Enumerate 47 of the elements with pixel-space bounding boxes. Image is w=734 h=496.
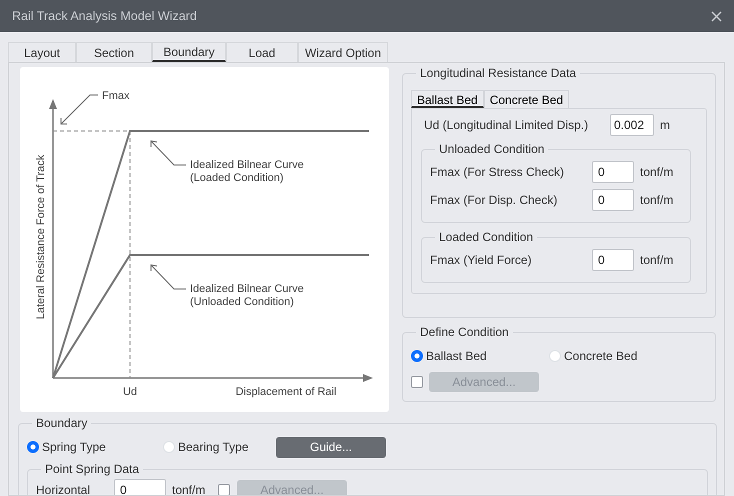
group-title: Unloaded Condition (438, 143, 546, 155)
tab[interactable]: Section (76, 42, 152, 62)
tab[interactable]: Layout (8, 42, 76, 62)
tab[interactable]: Ballast Bed (411, 90, 484, 108)
input-field[interactable]: 0 (592, 189, 634, 211)
leader-line (150, 140, 186, 166)
curve-label: (Unloaded Condition) (190, 296, 294, 308)
group-title: Longitudinal Resistance Data (419, 67, 578, 79)
unit-label: m (660, 117, 670, 134)
radio-label[interactable]: Ballast Bed (426, 347, 487, 365)
curve-label: Idealized Bilnear Curve (190, 283, 304, 295)
curve-label: (Loaded Condition) (190, 172, 284, 184)
radio-button[interactable] (411, 350, 423, 362)
tab[interactable]: Boundary (152, 42, 226, 62)
radio-label[interactable]: Spring Type (42, 438, 106, 456)
radio-label[interactable]: Bearing Type (178, 438, 248, 456)
fmax-label: Fmax (102, 90, 130, 102)
unit-label: tonf/m (172, 482, 206, 495)
group-title: Loaded Condition (438, 231, 534, 243)
field-label: Fmax (Yield Force) (430, 252, 533, 269)
tab[interactable]: Load (226, 42, 298, 62)
leader-line (60, 94, 98, 124)
radio-label[interactable]: Concrete Bed (564, 347, 638, 365)
input-field[interactable]: 0 (592, 161, 634, 183)
window-title: Rail Track Analysis Model Wizard (12, 8, 197, 25)
input-field[interactable]: 0.002 (610, 114, 654, 136)
group-title: Boundary (35, 417, 88, 429)
unit-label: tonf/m (640, 252, 674, 269)
leader-line (150, 264, 186, 290)
x-axis-label: Displacement of Rail (236, 386, 336, 398)
input-field[interactable]: 0 (592, 249, 634, 271)
close-icon[interactable] (711, 10, 722, 22)
tab[interactable]: Wizard Option (298, 42, 388, 62)
field-label: Horizontal (36, 482, 92, 495)
radio-button[interactable] (27, 441, 39, 453)
field-label: Ud (Longitudinal Limited Disp.) (424, 117, 590, 134)
curve-label: Idealized Bilnear Curve (190, 159, 304, 171)
ud-label: Ud (122, 386, 138, 398)
unit-label: tonf/m (640, 192, 674, 209)
guide-button[interactable]: Guide... (276, 436, 386, 458)
y-axis-label: Lateral Resistance Force of Track (35, 154, 47, 320)
group-title: Point Spring Data (44, 463, 140, 475)
unit-label: tonf/m (640, 164, 674, 181)
field-label: Fmax (For Stress Check) (430, 164, 566, 181)
group-title: Define Condition (419, 326, 510, 338)
tab[interactable]: Concrete Bed (484, 90, 570, 108)
field-label: Fmax (For Disp. Check) (430, 192, 558, 209)
